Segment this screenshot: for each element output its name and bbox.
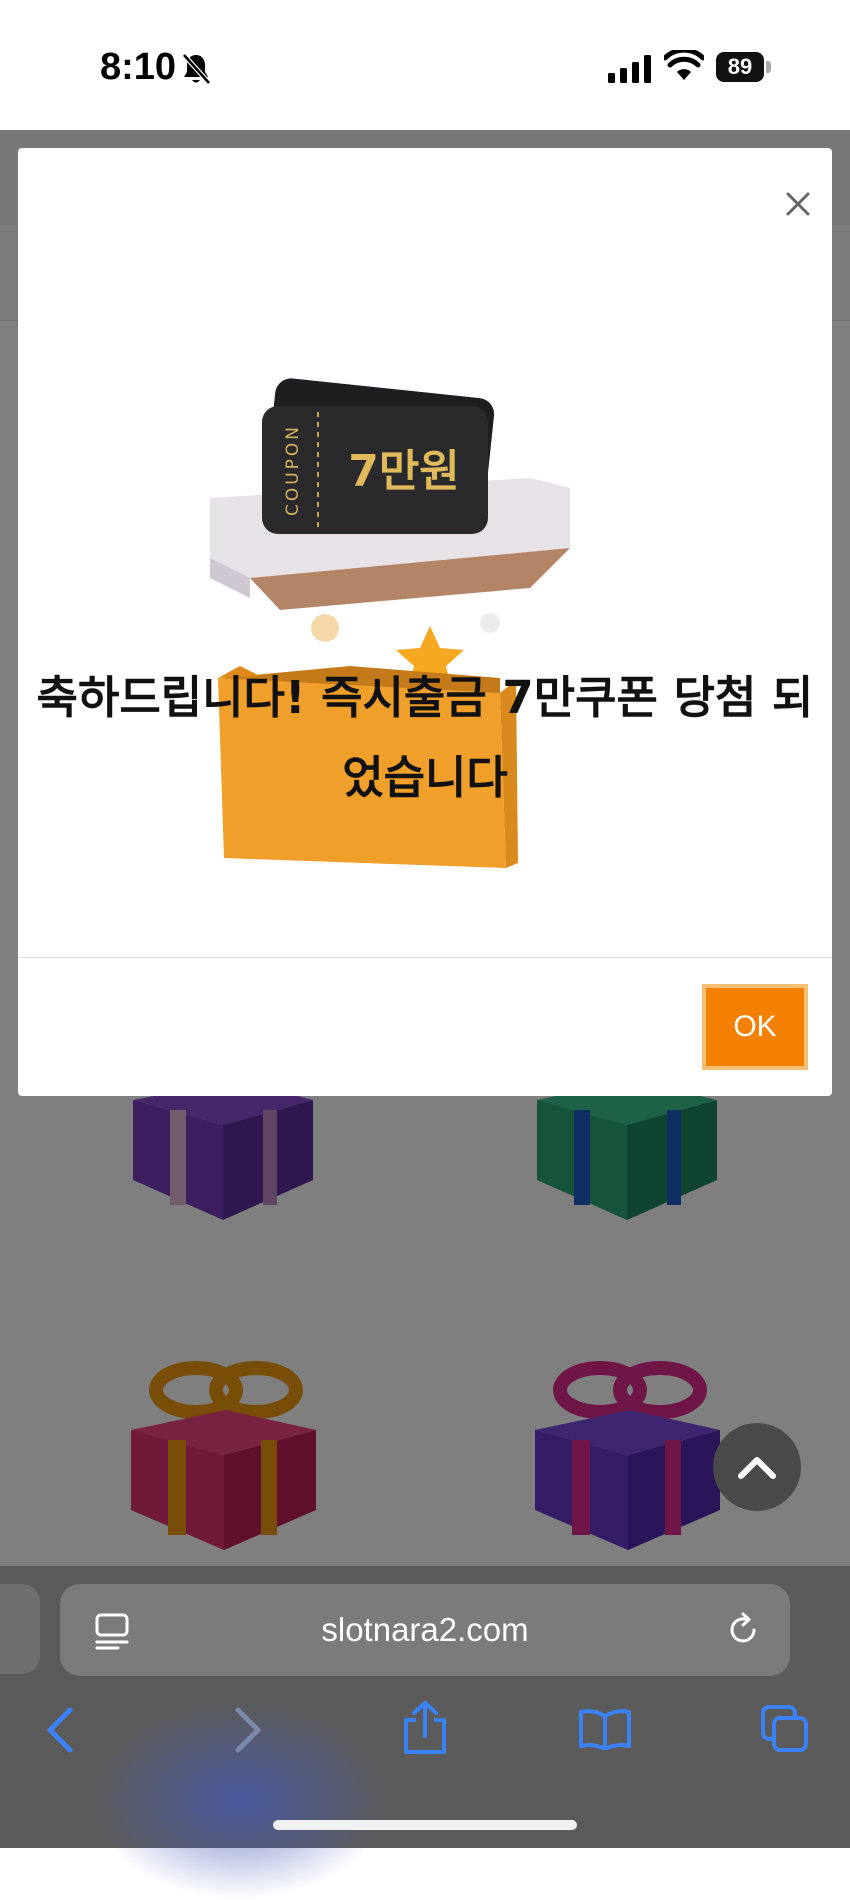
tabs-icon[interactable] [760, 1704, 810, 1754]
address-bar[interactable]: slotnara2.com [60, 1584, 790, 1676]
battery-indicator: 89 [716, 52, 764, 82]
reload-icon[interactable] [726, 1612, 762, 1648]
scroll-to-top-button[interactable] [713, 1423, 801, 1511]
home-indicator[interactable] [273, 1820, 577, 1830]
bell-muted-icon [182, 53, 211, 85]
bookmarks-icon[interactable] [578, 1708, 632, 1750]
close-icon[interactable] [778, 184, 818, 224]
back-icon[interactable] [44, 1706, 76, 1754]
modal-divider [18, 957, 832, 958]
status-bar: 8:10 89 [0, 0, 850, 130]
status-time: 8:10 [100, 46, 177, 88]
wifi-icon [664, 50, 704, 80]
ok-button[interactable]: OK [702, 984, 808, 1070]
cellular-signal-icon [608, 55, 651, 83]
prize-modal: COUPON 7만원 축하드립니다! 즉시출금 7만쿠폰 당첨 되었습니다 OK [18, 148, 832, 1096]
battery-tip [766, 61, 771, 73]
chevron-up-icon [738, 1457, 776, 1479]
forward-icon[interactable] [232, 1706, 264, 1754]
url-text: slotnara2.com [321, 1611, 529, 1648]
coupon-value: 7만원 [348, 446, 460, 497]
coupon-label: COUPON [283, 424, 303, 516]
share-icon[interactable] [402, 1700, 448, 1756]
modal-body: COUPON 7만원 축하드립니다! 즉시출금 7만쿠폰 당첨 되었습니다 [18, 238, 832, 958]
modal-message: 축하드립니다! 즉시출금 7만쿠폰 당첨 되었습니다 [36, 671, 814, 804]
previous-tab-peek[interactable] [0, 1584, 40, 1674]
